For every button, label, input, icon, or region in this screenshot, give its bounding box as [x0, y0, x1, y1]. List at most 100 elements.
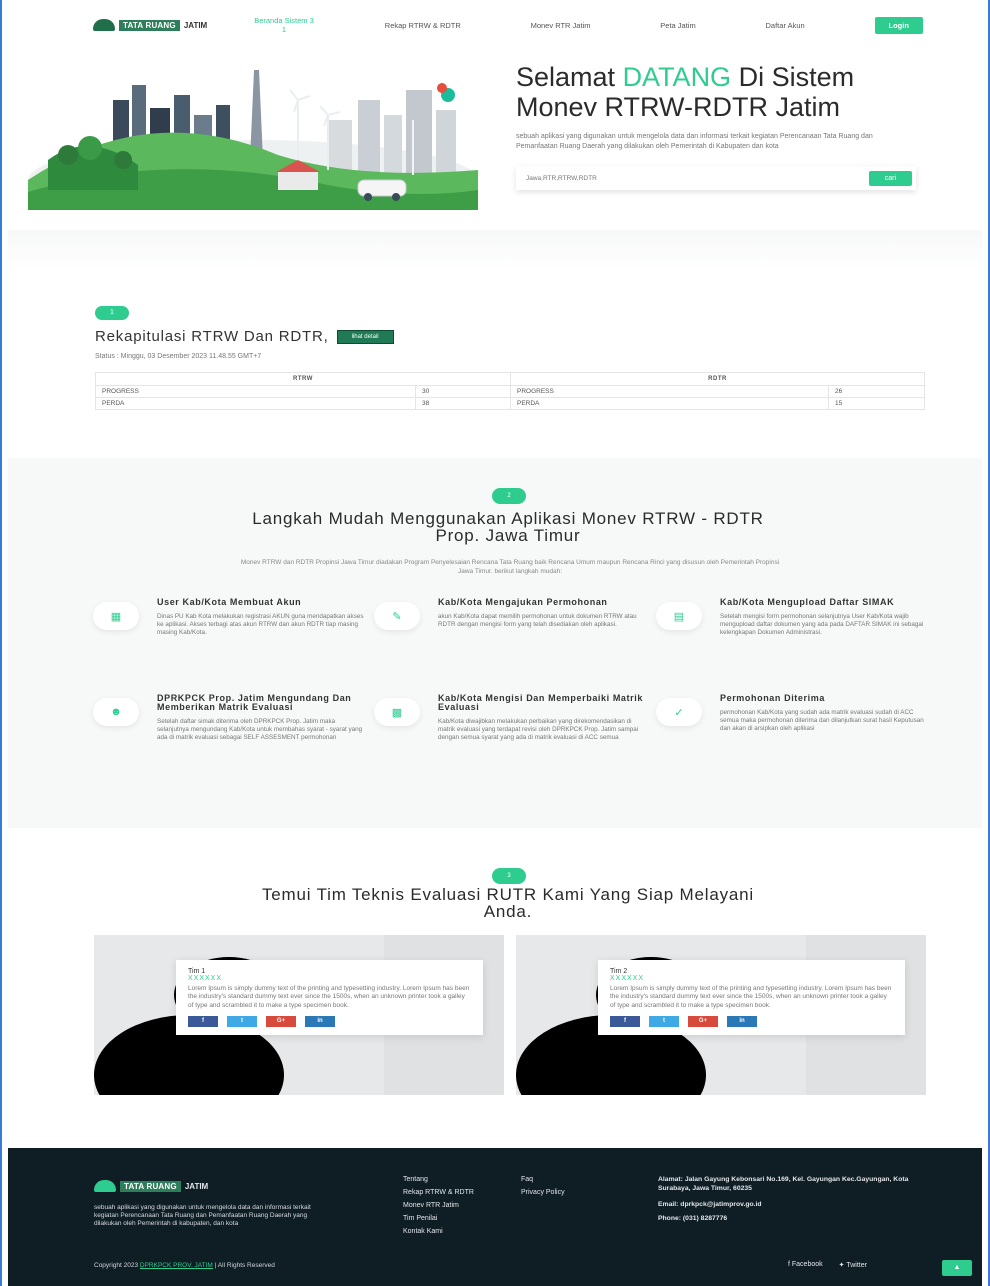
rekap-header: Rekapitulasi RTRW Dan RDTR, lihat detail [95, 328, 925, 345]
footer: TATA RUANG JATIM sebuah aplikasi yang di… [8, 1148, 982, 1286]
table-header-row: RTRW RDTR [95, 372, 925, 386]
step-description: Setelah mengisi form permohonan selanjut… [720, 613, 924, 637]
copyright-link[interactable]: DPRKPCK PROV. JATIM [140, 1262, 213, 1269]
table-cell: PERDA [510, 397, 829, 410]
table-header-rdtr: RDTR [510, 372, 925, 386]
langkah-title: Langkah Mudah Menggunakan Aplikasi Monev… [252, 509, 764, 545]
user-icon: ▦ [93, 602, 139, 630]
hero-divider [8, 230, 982, 270]
linkedin-icon[interactable]: in [305, 1016, 335, 1028]
logo[interactable]: TATA RUANG JATIM [93, 19, 253, 31]
footer-logo[interactable]: TATA RUANG JATIM [94, 1180, 208, 1192]
table-cell: 38 [415, 397, 511, 410]
footer-contact: Alamat: Jalan Gayung Kebonsari No.169, K… [658, 1176, 913, 1223]
section-number-badge: 2 [492, 488, 526, 504]
step-title: Kab/Kota Mengajukan Permohonan [438, 597, 608, 607]
table-cell: PERDA [95, 397, 416, 410]
step-title: Kab/Kota Mengisi Dan Memperbaiki Matrik … [438, 693, 643, 712]
team-title: Temui Tim Teknis Evaluasi RUTR Kami Yang… [262, 885, 754, 921]
table-row: PERDA 38 PERDA 15 [95, 397, 925, 410]
navbar: TATA RUANG JATIM Beranda Sistem 3 1 Reka… [93, 14, 923, 36]
search-input[interactable] [526, 174, 869, 182]
team-member-description: Lorem Ipsum is simply dummy text of the … [188, 985, 470, 1009]
table-cell: PROGRESS [95, 385, 416, 398]
logo-mark-icon [93, 19, 115, 31]
search-bar: cari [516, 166, 916, 190]
footer-links-col2: Faq Privacy Policy [521, 1176, 621, 1197]
page: TATA RUANG JATIM Beranda Sistem 3 1 Reka… [8, 0, 982, 1286]
hero-title: Selamat DATANG Di Sistem Monev RTRW-RDTR… [516, 62, 855, 122]
footer-link-tentang[interactable]: Tentang [403, 1176, 513, 1184]
back-to-top-button[interactable]: ▲ [942, 1260, 972, 1276]
step-description: Kab/Kota diwajibkan melakukan perbaikan … [438, 718, 639, 742]
section-number-badge: 3 [492, 868, 526, 884]
linkedin-icon[interactable]: in [727, 1016, 757, 1028]
nav-link-beranda[interactable]: Beranda Sistem 3 1 [253, 16, 315, 34]
social-links: f t G+ in [188, 1016, 471, 1028]
login-button[interactable]: Login [874, 16, 923, 34]
twitter-icon[interactable]: t [227, 1016, 257, 1028]
step-item: ✎ Kab/Kota Mengajukan Permohonan akun Kab… [374, 598, 649, 630]
langkah-description: Monev RTRW dan RDTR Propinsi Jawa Timur … [240, 559, 780, 575]
footer-social: f Facebook ✦ Twitter [788, 1261, 867, 1269]
table-header-rtrw: RTRW [95, 372, 511, 386]
facebook-icon[interactable]: f [610, 1016, 640, 1028]
team-member-name: Tim 1 [188, 968, 206, 975]
table-cell: 30 [415, 385, 511, 398]
footer-links-col1: Tentang Rekap RTRW & RDTR Monev RTR Jati… [403, 1176, 513, 1236]
footer-phone: Phone: (031) 8287776 [658, 1214, 728, 1222]
table-cell: 26 [828, 385, 925, 398]
footer-copyright: Copyright 2023 DPRKPCK PROV. JATIM | All… [94, 1262, 275, 1269]
hero-text: Selamat DATANG Di Sistem Monev RTRW-RDTR… [516, 62, 926, 190]
team-member-name: Tim 2 [610, 968, 628, 975]
footer-link-kontak[interactable]: Kontak Kami [403, 1228, 513, 1236]
team-info-card: Tim 1 XXXXXX Lorem Ipsum is simply dummy… [176, 960, 483, 1036]
table-cell: PROGRESS [510, 385, 829, 398]
hero-city-illustration [28, 70, 478, 210]
step-item: ▩ Kab/Kota Mengisi Dan Memperbaiki Matri… [374, 694, 649, 743]
nav-links: Beranda Sistem 3 1 Rekap RTRW & RDTR Mon… [253, 16, 923, 34]
table-cell: 15 [828, 397, 925, 410]
rekap-status: Status : Minggu, 03 Desember 2023 11.48.… [95, 353, 262, 360]
people-icon: ☻ [93, 698, 139, 726]
team-member-description: Lorem Ipsum is simply dummy text of the … [610, 985, 892, 1009]
rekap-section: 1 Rekapitulasi RTRW Dan RDTR, lihat deta… [95, 306, 925, 410]
logo-text: TATA RUANG [120, 1180, 181, 1192]
detail-button[interactable]: lihat detail [336, 329, 394, 344]
hero-description: sebuah aplikasi yang digunakan untuk men… [516, 133, 873, 150]
google-plus-icon[interactable]: G+ [266, 1016, 296, 1028]
footer-facebook-link[interactable]: f Facebook [788, 1261, 823, 1269]
step-title: Permohonan Diterima [720, 693, 825, 703]
step-title: DPRKPCK Prop. Jatim Mengundang Dan Membe… [157, 693, 352, 712]
step-description: permohonan Kab/Kota yang sudah ada matri… [720, 709, 924, 733]
step-description: Setelah daftar simak diterima oleh DPRKP… [157, 718, 363, 742]
footer-address: Alamat: Jalan Gayung Kebonsari No.169, K… [658, 1176, 909, 1192]
upload-icon: ▤ [656, 602, 702, 630]
logo-mark-icon [94, 1180, 116, 1192]
nav-link-monev[interactable]: Monev RTR Jatim [531, 21, 591, 30]
nav-link-peta[interactable]: Peta Jatim [660, 21, 695, 30]
step-item: ☻ DPRKPCK Prop. Jatim Mengundang Dan Mem… [93, 694, 368, 743]
footer-link-monev[interactable]: Monev RTR Jatim [403, 1202, 513, 1210]
step-title: Kab/Kota Mengupload Daftar SIMAK [720, 597, 895, 607]
search-button[interactable]: cari [868, 170, 912, 186]
step-description: Dinas PU Kab Kota melakukan registrasi A… [157, 613, 364, 637]
footer-link-rekap[interactable]: Rekap RTRW & RDTR [403, 1189, 493, 1197]
section-number-badge: 1 [95, 306, 129, 320]
footer-link-tim[interactable]: Tim Penilai [403, 1215, 513, 1223]
facebook-icon[interactable]: f [188, 1016, 218, 1028]
form-icon: ▩ [374, 698, 420, 726]
step-item: ▦ User Kab/Kota Membuat Akun Dinas PU Kab… [93, 598, 368, 638]
rekap-table: RTRW RDTR PROGRESS 30 PROGRESS 26 PERDA … [95, 372, 925, 410]
table-row: PROGRESS 30 PROGRESS 26 [95, 385, 925, 398]
twitter-icon[interactable]: t [649, 1016, 679, 1028]
step-item: ✓ Permohonan Diterima permohonan Kab/Kota… [656, 694, 931, 734]
footer-twitter-link[interactable]: ✦ Twitter [839, 1261, 867, 1269]
nav-link-rekap[interactable]: Rekap RTRW & RDTR [385, 21, 461, 30]
logo-text: TATA RUANG [119, 19, 180, 31]
footer-link-privacy[interactable]: Privacy Policy [521, 1189, 621, 1197]
google-plus-icon[interactable]: G+ [688, 1016, 718, 1028]
step-title: User Kab/Kota Membuat Akun [157, 597, 302, 607]
nav-link-daftar-akun[interactable]: Daftar Akun [766, 21, 805, 30]
footer-link-faq[interactable]: Faq [521, 1176, 621, 1184]
